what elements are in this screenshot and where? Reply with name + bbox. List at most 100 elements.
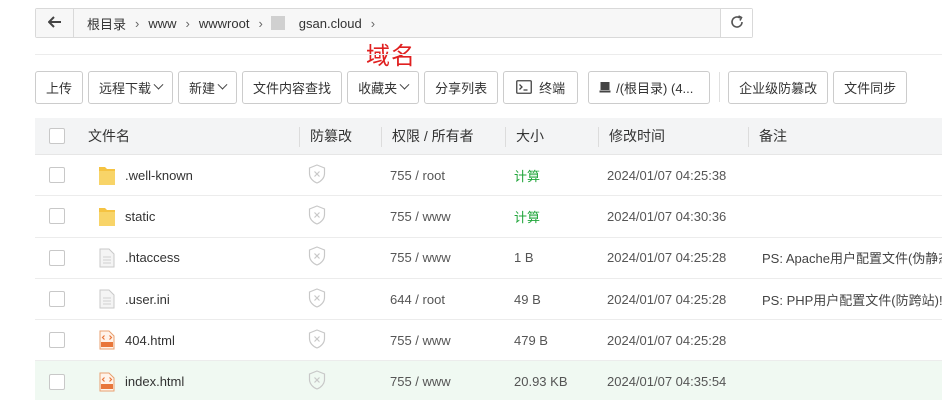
row-checkbox[interactable] xyxy=(49,332,65,349)
redaction-mask xyxy=(270,16,285,30)
time-cell: 2024/01/07 04:25:28 xyxy=(599,238,749,278)
disk-button[interactable]: /(根目录) (4... xyxy=(588,70,711,104)
terminal-icon xyxy=(516,80,532,94)
time-cell: 2024/01/07 04:30:36 xyxy=(599,196,749,236)
header-protect-label: 防篡改 xyxy=(310,128,352,144)
perm-value[interactable]: 755 / www xyxy=(390,250,451,265)
breadcrumb-root[interactable]: 根目录 xyxy=(82,14,131,33)
row-checkbox[interactable] xyxy=(49,291,65,308)
shield-icon[interactable] xyxy=(308,329,326,352)
name-cell: index.html xyxy=(79,361,300,400)
breadcrumb-www[interactable]: www xyxy=(143,16,181,31)
shield-icon[interactable] xyxy=(308,205,326,228)
name-cell: .user.ini xyxy=(79,279,300,319)
name-cell: 404.html xyxy=(79,320,300,360)
file-name[interactable]: 404.html xyxy=(125,333,175,348)
header-note: 备注 xyxy=(749,118,942,155)
file-name[interactable]: .well-known xyxy=(125,168,193,183)
refresh-button[interactable] xyxy=(720,9,752,37)
table-row[interactable]: index.html 755 / www 20.93 KB 2024/01/07… xyxy=(35,361,942,400)
size-cell: 479 B xyxy=(506,320,599,360)
upload-button[interactable]: 上传 xyxy=(35,70,84,104)
name-cell: .well-known xyxy=(79,155,300,195)
size-calc-link[interactable]: 计算 xyxy=(514,166,540,185)
header-size-label: 大小 xyxy=(516,128,544,144)
size-value: 479 B xyxy=(514,332,548,348)
perm-cell: 755 / www xyxy=(382,196,506,236)
table-row[interactable]: .user.ini 644 / root 49 B 2024/01/07 04:… xyxy=(35,279,942,321)
terminal-label: 终端 xyxy=(539,80,566,96)
row-checkbox[interactable] xyxy=(49,208,65,225)
perm-value[interactable]: 755 / www xyxy=(390,374,451,389)
protect-cell xyxy=(300,196,382,236)
protect-cell xyxy=(300,320,382,360)
share-list-button[interactable]: 分享列表 xyxy=(424,70,499,104)
file-sync-label: 文件同步 xyxy=(844,80,897,96)
content-search-button[interactable]: 文件内容查找 xyxy=(242,70,343,104)
chevron-right-icon: › xyxy=(258,15,263,31)
row-checkbox[interactable] xyxy=(49,373,65,390)
remote-download-label: 远程下载 xyxy=(99,80,152,96)
shield-icon[interactable] xyxy=(308,163,326,187)
file-sync-button[interactable]: 文件同步 xyxy=(833,70,908,104)
perm-cell: 755 / root xyxy=(382,155,506,195)
new-button[interactable]: 新建 xyxy=(178,70,238,104)
disk-label: /(根目录) (4... xyxy=(616,80,694,96)
shield-icon[interactable] xyxy=(308,246,326,269)
breadcrumb-domain[interactable]: gsan.cloud xyxy=(285,16,367,31)
favorites-button[interactable]: 收藏夹 xyxy=(347,70,420,104)
time-value: 2024/01/07 04:35:54 xyxy=(607,374,727,390)
file-icon xyxy=(97,287,117,311)
file-name[interactable]: .htaccess xyxy=(125,250,180,265)
size-cell: 计算 xyxy=(506,155,599,195)
refresh-icon xyxy=(729,14,745,33)
file-name[interactable]: static xyxy=(125,209,155,224)
protect-cell xyxy=(300,155,382,195)
upload-label: 上传 xyxy=(46,80,73,96)
perm-value[interactable]: 755 / root xyxy=(390,168,445,183)
table-row[interactable]: static 755 / www 计算 2024/01/07 04:30:36 xyxy=(35,196,942,238)
table-row[interactable]: 404.html 755 / www 479 B 2024/01/07 04:2… xyxy=(35,320,942,362)
row-checkbox[interactable] xyxy=(49,249,65,266)
header-size[interactable]: 大小 xyxy=(506,118,599,155)
select-all-cell xyxy=(35,118,79,155)
table-row[interactable]: .htaccess 755 / www 1 B 2024/01/07 04:25… xyxy=(35,238,942,279)
perm-value[interactable]: 644 / root xyxy=(390,292,445,307)
note-cell: PS: PHP用户配置文件(防跨站)! xyxy=(749,279,942,319)
name-cell: .htaccess xyxy=(79,238,300,278)
row-checkbox[interactable] xyxy=(49,167,65,184)
shield-icon[interactable] xyxy=(308,287,326,311)
enterprise-tamper-button[interactable]: 企业级防篡改 xyxy=(728,70,829,104)
terminal-button[interactable]: 终端 xyxy=(503,70,579,104)
perm-cell: 644 / root xyxy=(382,279,506,319)
header-time[interactable]: 修改时间 xyxy=(599,118,749,155)
breadcrumb-wwwroot[interactable]: wwwroot xyxy=(194,16,255,31)
share-list-label: 分享列表 xyxy=(435,80,488,96)
size-calc-link[interactable]: 计算 xyxy=(514,207,540,226)
size-cell: 20.93 KB xyxy=(506,361,599,400)
time-value: 2024/01/07 04:25:38 xyxy=(607,167,727,183)
time-cell: 2024/01/07 04:35:54 xyxy=(599,361,749,400)
table-row[interactable]: .well-known 755 / root 计算 2024/01/07 04:… xyxy=(35,155,942,197)
note-value: PS: PHP用户配置文件(防跨站)! xyxy=(762,292,942,308)
shield-icon[interactable] xyxy=(308,370,326,393)
time-value: 2024/01/07 04:25:28 xyxy=(607,250,727,266)
perm-cell: 755 / www xyxy=(382,320,506,360)
size-value: 1 B xyxy=(514,250,534,266)
file-name[interactable]: .user.ini xyxy=(125,292,170,307)
perm-value[interactable]: 755 / www xyxy=(390,333,451,348)
note-cell xyxy=(749,320,942,360)
remote-download-button[interactable]: 远程下载 xyxy=(88,70,174,104)
header-name[interactable]: 文件名 xyxy=(79,118,300,155)
time-cell: 2024/01/07 04:25:28 xyxy=(599,279,749,319)
time-value: 2024/01/07 04:25:28 xyxy=(607,291,727,307)
back-button[interactable] xyxy=(36,9,74,37)
select-all-checkbox[interactable] xyxy=(49,128,65,144)
row-checkbox-cell xyxy=(35,320,79,360)
protect-cell xyxy=(300,361,382,400)
perm-value[interactable]: 755 / www xyxy=(390,209,451,224)
perm-cell: 755 / www xyxy=(382,238,506,278)
new-label: 新建 xyxy=(189,80,216,96)
header-perm: 权限 / 所有者 xyxy=(382,118,506,155)
file-name[interactable]: index.html xyxy=(125,374,184,389)
